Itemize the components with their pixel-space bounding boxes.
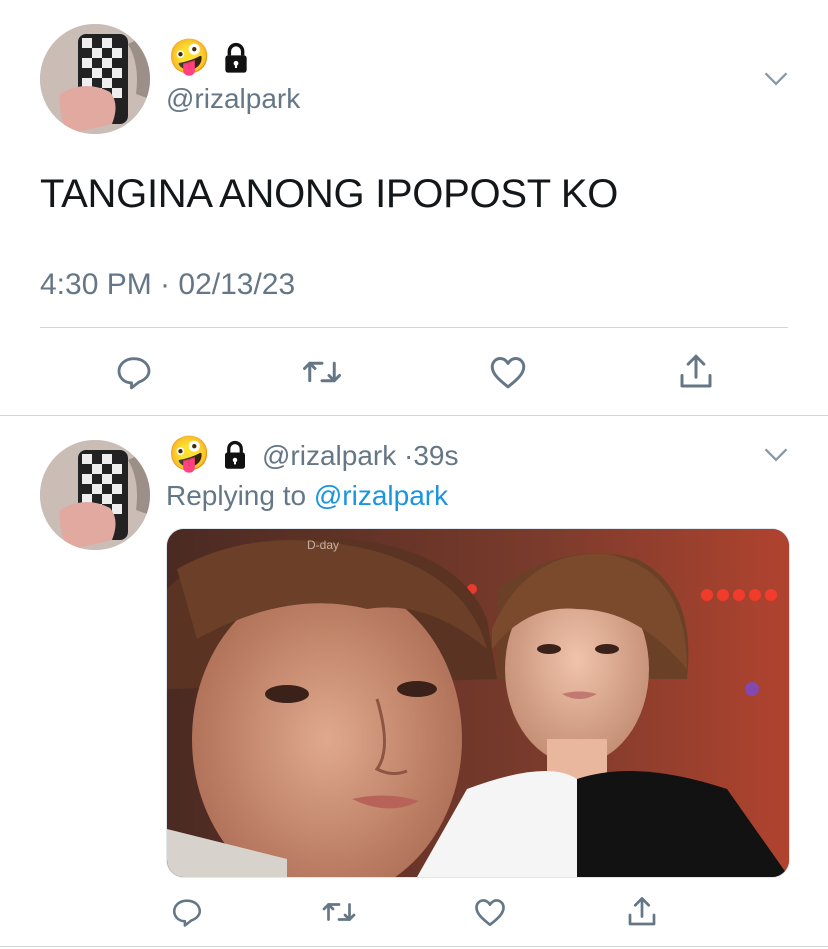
replying-to-handle[interactable]: @rizalpark bbox=[314, 480, 448, 511]
lock-icon bbox=[220, 42, 252, 79]
tweet-text: TANGINA ANONG IPOPOST KO bbox=[40, 172, 619, 216]
reply-chevron-down-icon[interactable] bbox=[762, 440, 790, 473]
reply-share-icon[interactable] bbox=[620, 890, 664, 934]
emoji-icon: 🤪 bbox=[168, 38, 211, 76]
tweet-media-image[interactable]: D-day bbox=[166, 528, 790, 878]
avatar[interactable] bbox=[40, 24, 150, 134]
user-handle[interactable]: @rizalpark bbox=[166, 83, 300, 115]
like-icon[interactable] bbox=[486, 350, 530, 394]
reply-icon[interactable] bbox=[112, 350, 156, 394]
replying-to-label: Replying to bbox=[166, 480, 314, 511]
chevron-down-icon[interactable] bbox=[762, 64, 790, 97]
section-divider bbox=[0, 415, 828, 416]
reply-handle[interactable]: @rizalpark bbox=[262, 440, 396, 471]
replying-to: Replying to @rizalpark bbox=[166, 480, 448, 512]
reply-separator: · bbox=[404, 440, 414, 471]
divider bbox=[40, 327, 788, 328]
reply-lock-icon bbox=[220, 440, 250, 475]
tweet-timestamp: 4:30 PM · 02/13/23 bbox=[40, 268, 296, 301]
reply-emoji-icon: 🤪 bbox=[168, 435, 211, 473]
bottom-divider bbox=[0, 946, 828, 947]
reply-header: @rizalpark ·39s bbox=[262, 440, 459, 472]
retweet-icon[interactable] bbox=[300, 350, 344, 394]
reply-reply-icon[interactable] bbox=[165, 890, 209, 934]
share-icon[interactable] bbox=[674, 350, 718, 394]
reply-retweet-icon[interactable] bbox=[317, 890, 361, 934]
media-caption: D-day bbox=[307, 538, 339, 552]
reply-like-icon[interactable] bbox=[468, 890, 512, 934]
reply-age: 39s bbox=[413, 440, 459, 471]
reply-avatar[interactable] bbox=[40, 440, 150, 550]
